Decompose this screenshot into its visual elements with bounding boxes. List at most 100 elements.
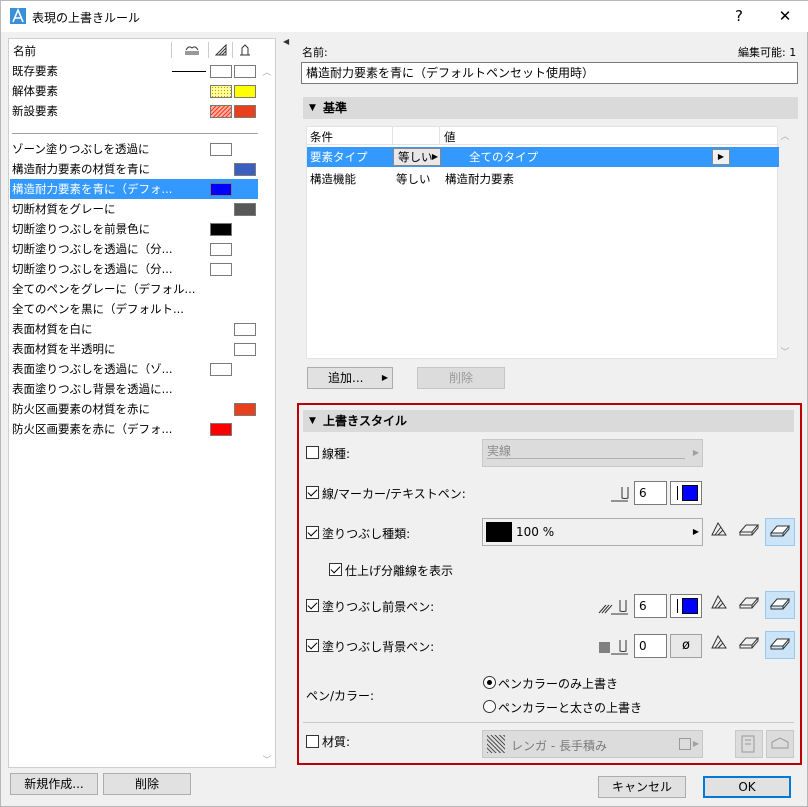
show-finish-lines-checkbox[interactable] — [329, 563, 342, 576]
fill-bg-pen-label: 塗りつぶし背景ペン: — [322, 640, 435, 654]
operator-dropdown[interactable]: 等しい ▶ — [393, 148, 441, 166]
pen-color-only-radio[interactable] — [483, 676, 496, 689]
pen-color-weight-radio[interactable] — [483, 700, 496, 713]
name-column-header: 名前 — [13, 44, 36, 58]
surface-fill-icon[interactable] — [734, 518, 764, 546]
delete-criteria-button[interactable]: 削除 — [417, 367, 505, 389]
cut-fill-icon[interactable] — [704, 518, 734, 546]
new-rule-button[interactable]: 新規作成... — [10, 773, 98, 795]
rule-list-item[interactable]: 全てのペンをグレーに（デフォル... — [10, 279, 258, 299]
material-swatch — [234, 65, 256, 78]
delete-rule-button[interactable]: 削除 — [103, 773, 191, 795]
name-label: 名前: — [302, 46, 328, 59]
cover-fill-icon[interactable] — [765, 591, 795, 619]
pen-icon — [611, 487, 629, 502]
criteria-value: 全てのタイプ — [469, 150, 538, 164]
rule-label: 防火区画要素を赤に（デフォ... — [12, 422, 173, 436]
scroll-up-icon[interactable]: ︿ — [262, 65, 272, 78]
rule-list-item[interactable]: 表面塗りつぶし背景を透過に... — [10, 379, 258, 399]
line-type-dropdown[interactable]: 実線 ▶ — [482, 439, 703, 467]
fill-fg-color-button[interactable] — [670, 594, 702, 618]
override-style-title: 上書きスタイル — [323, 414, 408, 428]
rule-label: ゾーン塗りつぶしを透過に — [12, 142, 150, 156]
rule-list-item[interactable]: 構造耐力要素の材質を青に — [10, 159, 258, 179]
solid-fill-swatch — [486, 522, 512, 542]
rule-swatch — [210, 263, 232, 276]
cancel-button[interactable]: キャンセル — [598, 776, 686, 798]
collapse-panel-icon[interactable]: ◀ — [283, 37, 289, 46]
line-type-column-icon — [185, 46, 199, 55]
hatch-pen-icon — [598, 600, 628, 615]
material-settings-icon[interactable] — [735, 730, 763, 758]
fill-fg-pen-number-input[interactable]: 6 — [634, 594, 667, 618]
list-item-new[interactable]: 新設要素 — [12, 101, 58, 121]
rule-list-item[interactable]: 表面材質を半透明に — [10, 339, 258, 359]
help-button[interactable]: ? — [716, 1, 762, 32]
fill-swatch — [210, 85, 232, 98]
rule-name-input[interactable]: 構造耐力要素を青に（デフォルトペンセット使用時） — [301, 62, 798, 84]
rule-label: 切断塗りつぶしを前景色に — [12, 222, 151, 236]
menu-arrow-icon: ▶ — [381, 373, 388, 382]
fill-fg-pen-label: 塗りつぶし前景ペン: — [322, 600, 435, 614]
collapse-triangle-icon: ▼ — [309, 103, 316, 113]
rule-label: 全てのペンをグレーに（デフォル... — [12, 282, 196, 296]
surface-fill-icon[interactable] — [734, 591, 764, 619]
pen-color-label: ペン/カラー: — [306, 689, 375, 703]
rule-swatch — [234, 323, 256, 336]
list-item-existing[interactable]: 既存要素 — [12, 61, 58, 81]
cover-fill-icon[interactable] — [765, 518, 795, 546]
scroll-down-icon[interactable]: ﹀ — [780, 345, 790, 358]
rule-list-item[interactable]: 切断材質をグレーに — [10, 199, 258, 219]
fill-bg-pen-number-input[interactable]: 0 — [634, 634, 667, 658]
fill-bg-pen-checkbox[interactable] — [306, 639, 319, 652]
transparent-pen-button[interactable]: ø — [670, 634, 702, 658]
scroll-up-icon[interactable]: ︿ — [780, 129, 790, 142]
divider — [303, 722, 794, 723]
fill-type-label: 塗りつぶし種類: — [322, 527, 411, 541]
line-type-checkbox[interactable] — [306, 446, 319, 459]
add-criteria-button[interactable]: 追加... ▶ — [307, 367, 393, 389]
fill-fg-pen-checkbox[interactable] — [306, 599, 319, 612]
value-column-header: 値 — [444, 130, 456, 144]
rule-list-item[interactable]: 全てのペンを黒に（デフォルト... — [10, 299, 258, 319]
cut-fill-icon[interactable] — [704, 631, 734, 659]
criteria-row[interactable]: 構造機能 等しい 構造耐力要素 — [307, 169, 779, 189]
rule-swatch — [210, 223, 232, 236]
line-pen-checkbox[interactable] — [306, 486, 319, 499]
material-checkbox[interactable] — [306, 735, 319, 748]
rule-list-item[interactable]: 表面材質を白に — [10, 319, 258, 339]
brick-pattern-icon — [487, 735, 505, 753]
criteria-condition: 構造機能 — [310, 172, 356, 186]
rule-swatch — [210, 423, 232, 436]
cover-fill-icon[interactable] — [765, 631, 795, 659]
material-dropdown[interactable]: レンガ - 長手積み ▶ — [482, 730, 703, 758]
cut-fill-icon[interactable] — [704, 591, 734, 619]
criteria-table: 条件 値 要素タイプ 等しい ▶ 全てのタイプ ▶ 構造機能 等しい 構造耐力要素 — [306, 126, 779, 359]
criteria-row[interactable]: 要素タイプ 等しい ▶ 全てのタイプ ▶ — [307, 147, 779, 167]
criteria-section-header[interactable]: ▼ 基準 — [303, 97, 798, 119]
rule-swatch — [234, 163, 256, 176]
archicad-logo-icon — [10, 8, 26, 24]
ok-button[interactable]: OK — [703, 776, 791, 798]
rule-swatch — [210, 243, 232, 256]
list-item-label: 既存要素 — [12, 64, 58, 78]
surface-fill-icon[interactable] — [734, 631, 764, 659]
material-library-icon[interactable] — [766, 730, 794, 758]
scroll-down-icon[interactable]: ﹀ — [262, 753, 272, 766]
list-item-demolished[interactable]: 解体要素 — [12, 81, 58, 101]
line-type-value: 実線 — [487, 444, 512, 458]
line-pen-label: 線/マーカー/テキストペン: — [322, 487, 466, 501]
line-pen-number-input[interactable]: 6 — [634, 481, 667, 505]
fill-type-dropdown[interactable]: 100 % ▶ — [482, 518, 703, 546]
material-column-icon — [240, 44, 250, 56]
fill-column-icon — [215, 44, 227, 56]
value-picker-arrow-icon[interactable]: ▶ — [712, 149, 730, 165]
rule-swatch — [210, 363, 232, 376]
line-pen-color-button[interactable] — [670, 481, 702, 505]
fill-type-checkbox[interactable] — [306, 526, 319, 539]
rule-label: 表面塗りつぶし背景を透過に... — [12, 382, 173, 396]
close-button[interactable]: ✕ — [762, 1, 808, 32]
material-label: 材質: — [322, 735, 351, 749]
override-style-section-header[interactable]: ▼ 上書きスタイル — [303, 410, 794, 432]
rule-list-item[interactable]: 防火区画要素の材質を赤に — [10, 399, 258, 419]
